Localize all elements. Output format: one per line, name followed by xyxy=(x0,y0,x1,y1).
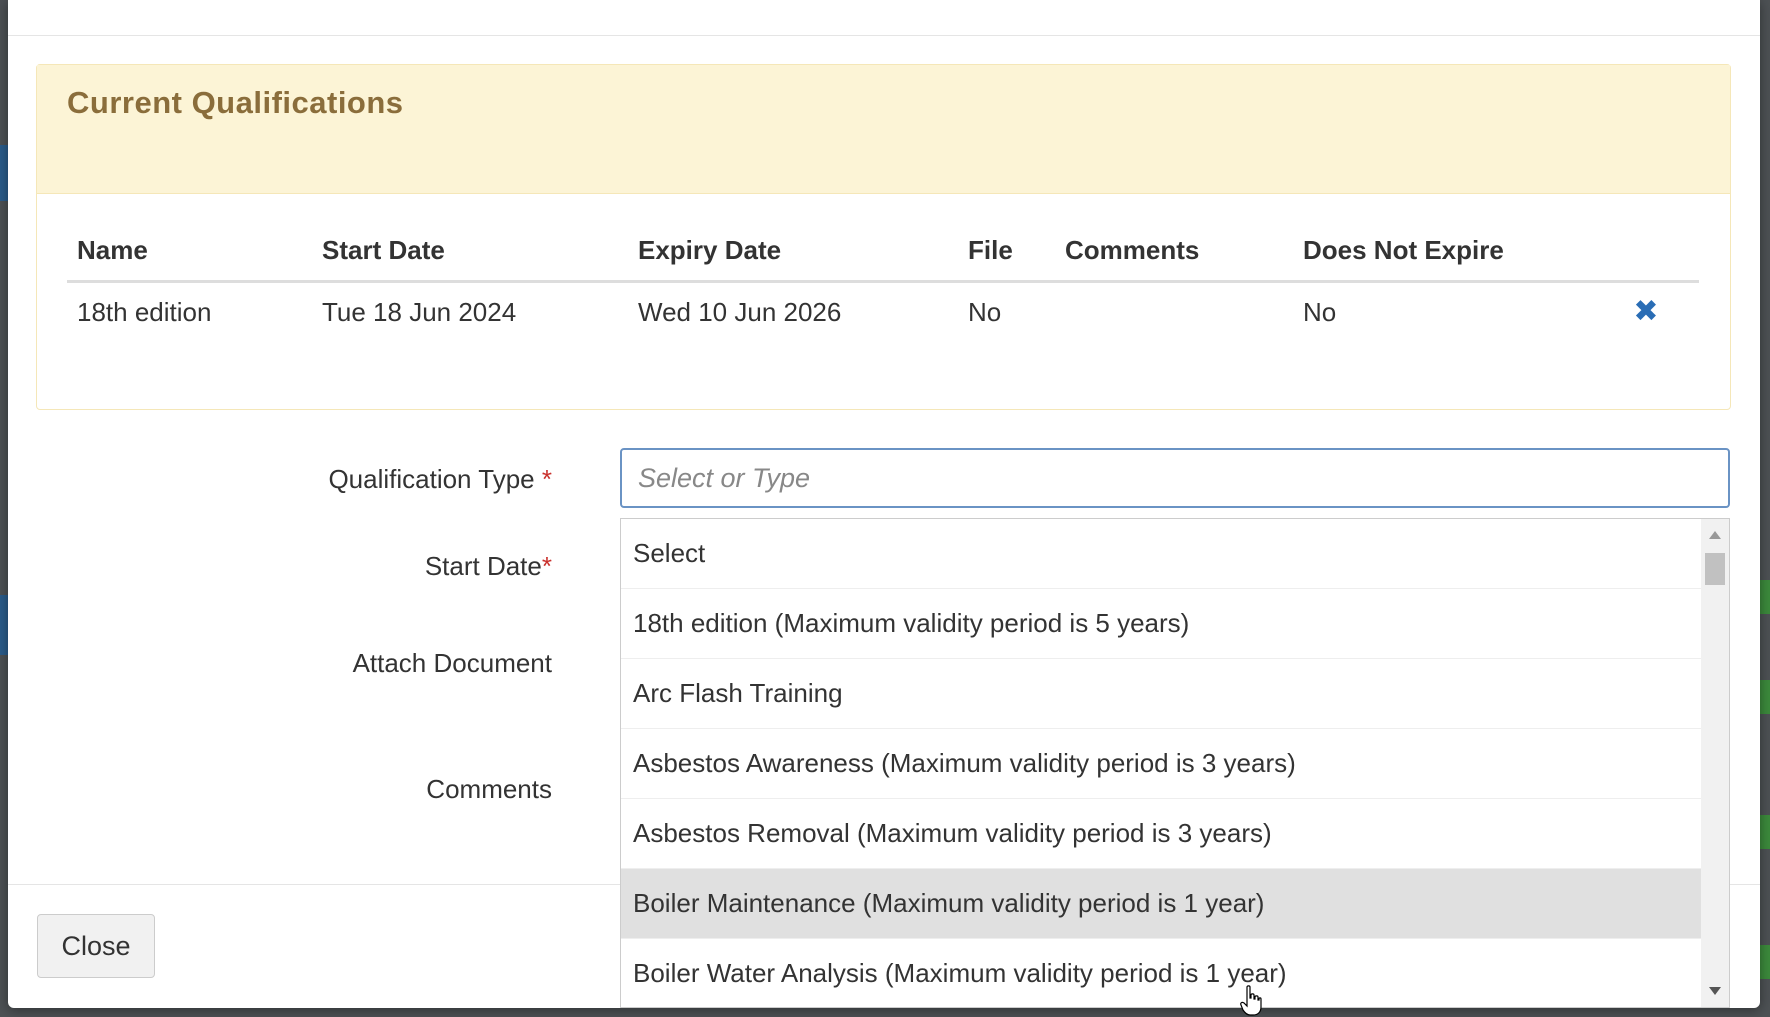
dropdown-option-highlighted[interactable]: Boiler Maintenance (Maximum validity per… xyxy=(621,869,1703,939)
dropdown-option[interactable]: Arc Flash Training xyxy=(621,659,1703,729)
backdrop-badge xyxy=(1760,815,1770,849)
backdrop-badge xyxy=(1760,680,1770,714)
qualification-type-placeholder: Select or Type xyxy=(638,462,811,493)
required-marker: * xyxy=(541,464,552,494)
cell-actions: ✖ xyxy=(1593,281,1699,343)
cell-name: 18th edition xyxy=(77,297,212,328)
scroll-up-arrow-icon[interactable] xyxy=(1709,531,1721,539)
cell-does-not-expire: No xyxy=(1303,297,1337,328)
dropdown-option[interactable]: Select xyxy=(621,519,1703,589)
cell-expiry-date: Wed 10 Jun 2026 xyxy=(638,297,842,328)
panel-title: Current Qualifications xyxy=(67,85,404,120)
hand-cursor-icon xyxy=(1240,985,1262,1016)
column-header-expiry-date: Expiry Date xyxy=(628,225,958,283)
qualification-type-input[interactable]: Select or Type xyxy=(620,448,1730,508)
cell-start-date: Tue 18 Jun 2024 xyxy=(322,297,517,328)
dropdown-option[interactable]: Boiler Water Analysis (Maximum validity … xyxy=(621,939,1703,1007)
dropdown-scrollbar[interactable] xyxy=(1701,519,1729,1007)
backdrop-strip xyxy=(0,145,8,201)
required-marker: * xyxy=(541,551,552,581)
modal-header-divider xyxy=(8,35,1760,36)
qualification-type-label-text: Qualification Type xyxy=(328,464,535,494)
qualification-type-label: Qualification Type * xyxy=(328,464,552,495)
column-header-actions xyxy=(1593,225,1699,283)
backdrop-badge xyxy=(1760,580,1770,614)
start-date-label-text: Start Date xyxy=(424,551,542,581)
cell-file: No xyxy=(968,297,1002,328)
table-header-row: Name Start Date Expiry Date File Comment… xyxy=(67,225,1699,283)
column-header-start-date: Start Date xyxy=(312,225,628,283)
dropdown-option[interactable]: Asbestos Awareness (Maximum validity per… xyxy=(621,729,1703,799)
column-header-file: File xyxy=(958,225,1055,283)
comments-label: Comments xyxy=(426,774,552,804)
panel-heading: Current Qualifications xyxy=(37,65,1730,194)
current-qualifications-panel: Current Qualifications Name Start Date E… xyxy=(36,64,1731,410)
column-header-does-not-expire: Does Not Expire xyxy=(1293,225,1593,283)
column-header-comments: Comments xyxy=(1055,225,1293,283)
qualifications-table: Name Start Date Expiry Date File Comment… xyxy=(67,225,1699,343)
backdrop-badge xyxy=(1760,945,1770,979)
attach-document-label: Attach Document xyxy=(352,648,552,678)
scrollbar-thumb[interactable] xyxy=(1705,553,1725,585)
cell-comments xyxy=(1055,281,1293,343)
qualifications-modal: Current Qualifications Name Start Date E… xyxy=(8,0,1760,1008)
scroll-down-arrow-icon[interactable] xyxy=(1709,987,1721,995)
backdrop-strip xyxy=(0,595,8,655)
close-x-icon[interactable]: ✖ xyxy=(1633,297,1658,327)
column-header-name: Name xyxy=(67,225,312,283)
start-date-label: Start Date* xyxy=(425,551,552,582)
qualification-type-dropdown: Select 18th edition (Maximum validity pe… xyxy=(620,518,1730,1008)
table-row: 18th edition Tue 18 Jun 2024 Wed 10 Jun … xyxy=(67,281,1699,343)
dropdown-option[interactable]: 18th edition (Maximum validity period is… xyxy=(621,589,1703,659)
dropdown-option[interactable]: Asbestos Removal (Maximum validity perio… xyxy=(621,799,1703,869)
close-button[interactable]: Close xyxy=(37,914,155,978)
